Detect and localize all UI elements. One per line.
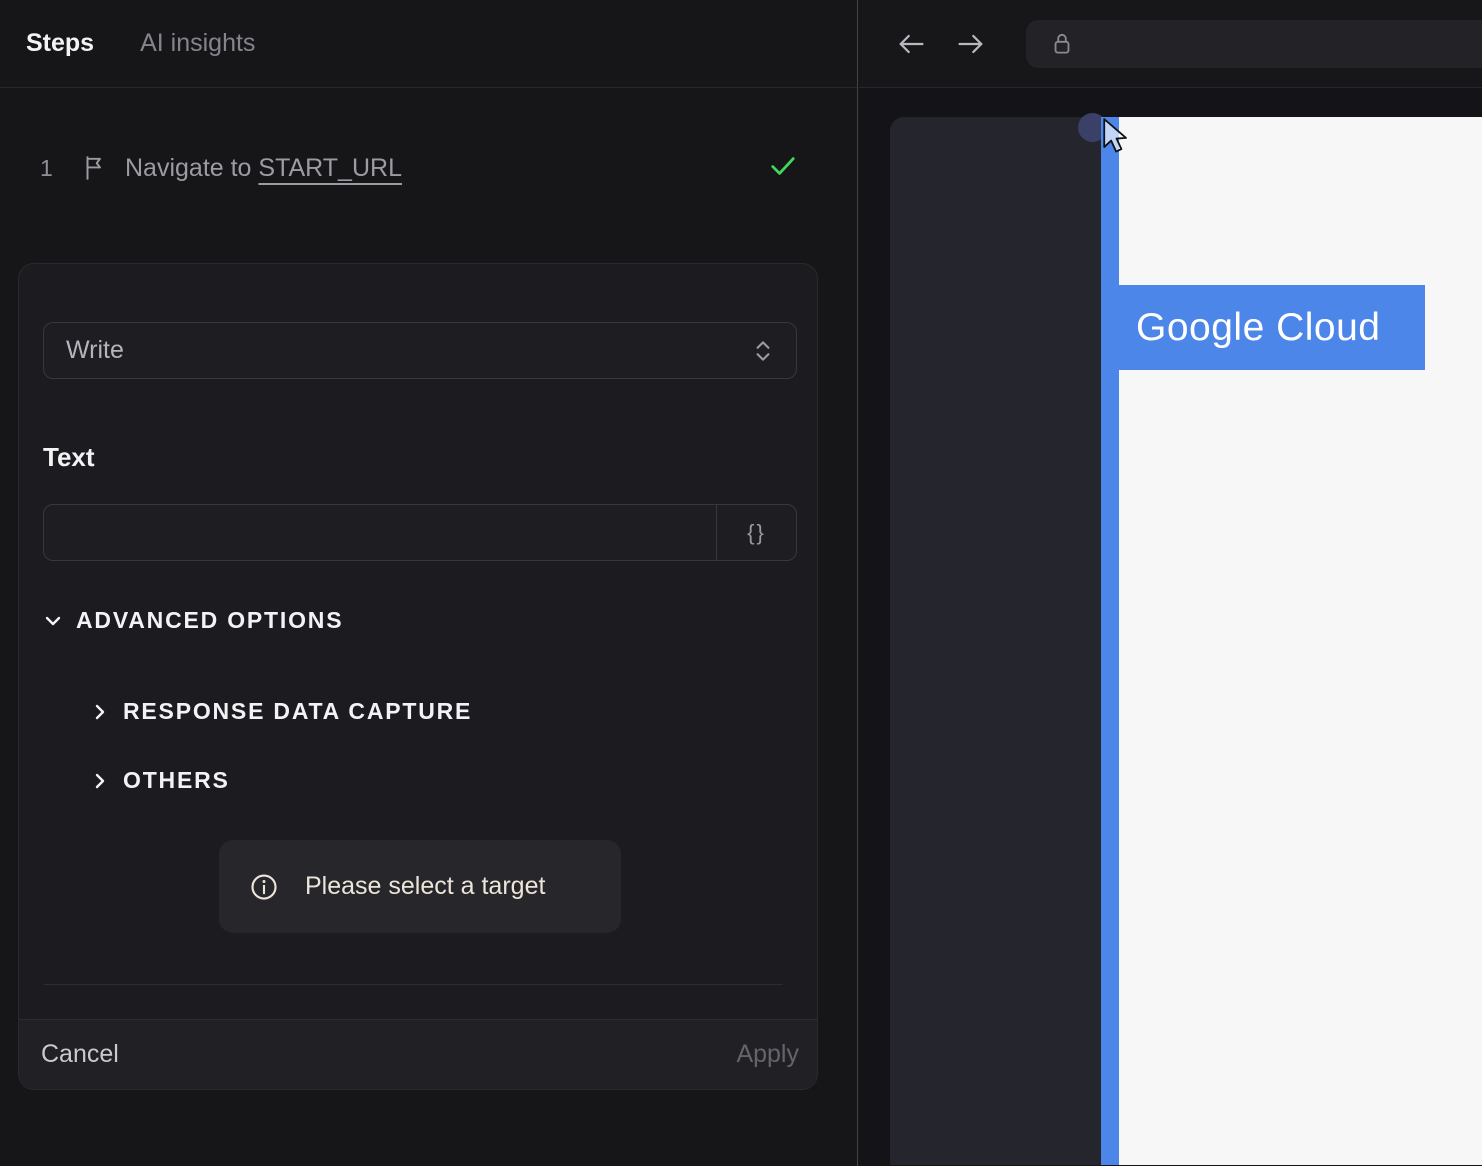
steps-panel: Steps AI insights 1 Navigate to START_UR… [0, 0, 858, 1166]
flag-icon [82, 155, 106, 181]
response-data-capture-label: RESPONSE DATA CAPTURE [123, 698, 473, 724]
browser-preview: Google Cloud [859, 0, 1482, 1166]
step-item-1[interactable]: 1 Navigate to START_URL [0, 146, 857, 190]
notice-text: Please select a target [305, 872, 546, 900]
action-type-value: Write [66, 336, 124, 364]
arrow-right-icon [958, 34, 983, 53]
step-target-link[interactable]: START_URL [258, 154, 402, 182]
highlighted-element[interactable]: Google Cloud [1119, 285, 1425, 370]
chevron-up-down-icon [752, 337, 774, 365]
step-label: Navigate to START_URL [125, 154, 402, 183]
step-number: 1 [40, 154, 53, 181]
response-data-capture-toggle[interactable]: RESPONSE DATA CAPTURE [90, 698, 472, 725]
editor-footer: Cancel Apply [19, 1019, 817, 1089]
success-check-icon [767, 150, 799, 182]
address-bar[interactable] [1026, 20, 1482, 68]
panel-tabs: Steps AI insights [0, 0, 857, 88]
text-input[interactable] [44, 505, 716, 560]
back-button[interactable] [895, 28, 927, 60]
step-editor-card: Write Text {} ADVANCED OPTIONS RESPONSE … [18, 263, 818, 1090]
tab-steps[interactable]: Steps [26, 29, 94, 58]
text-input-group: {} [43, 504, 797, 561]
info-icon [249, 872, 279, 902]
forward-button[interactable] [955, 28, 987, 60]
others-label: OTHERS [123, 767, 230, 793]
chevron-right-icon [90, 702, 110, 722]
browser-viewport: Google Cloud [859, 88, 1482, 1165]
browser-toolbar [859, 0, 1482, 88]
advanced-options-toggle[interactable]: ADVANCED OPTIONS [43, 607, 343, 634]
tab-ai-insights[interactable]: AI insights [140, 29, 255, 58]
apply-button[interactable]: Apply [736, 1040, 799, 1069]
text-field-label: Text [43, 442, 95, 472]
chevron-right-icon [90, 771, 110, 791]
select-target-notice: Please select a target [219, 840, 621, 933]
others-toggle[interactable]: OTHERS [90, 767, 230, 794]
highlighted-element-label: Google Cloud [1136, 305, 1381, 349]
page-content-area [1119, 117, 1482, 1165]
chevron-down-icon [43, 611, 63, 631]
arrow-left-icon [899, 34, 924, 53]
mouse-cursor-icon [1102, 118, 1140, 156]
insert-variable-button[interactable]: {} [716, 505, 796, 560]
cancel-button[interactable]: Cancel [41, 1040, 119, 1069]
divider [44, 984, 783, 985]
action-type-select[interactable]: Write [43, 322, 797, 379]
advanced-options-label: ADVANCED OPTIONS [76, 607, 344, 633]
element-highlight-stripe [1101, 117, 1119, 1165]
lock-icon [1051, 30, 1073, 58]
page-dark-sidebar [890, 117, 1101, 1165]
step-action-text: Navigate to [125, 153, 259, 182]
